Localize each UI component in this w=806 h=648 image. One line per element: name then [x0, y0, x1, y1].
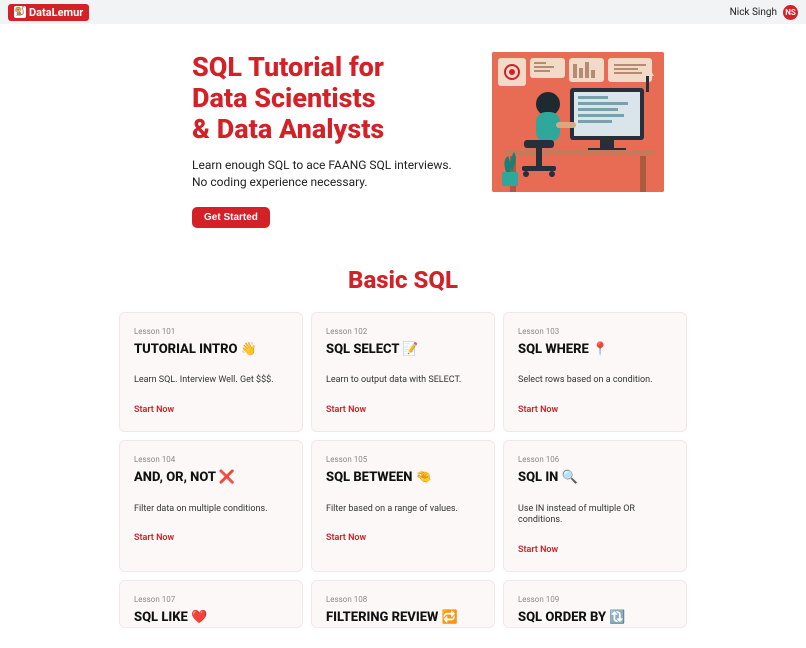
lesson-desc: Learn to output data with SELECT. [326, 375, 480, 387]
cards-grid: Lesson 101 TUTORIAL INTRO 👋 Learn SQL. Int… [0, 312, 806, 648]
lesson-card[interactable]: Lesson 102 SQL SELECT 📝 Learn to output da… [311, 312, 495, 432]
lesson-tag: Lesson 104 [134, 455, 288, 464]
start-now-link[interactable]: Start Now [518, 405, 672, 415]
lesson-title: SQL WHERE 📍 [518, 342, 672, 358]
lesson-tag: Lesson 106 [518, 455, 672, 464]
lesson-title: SQL BETWEEN 🤏 [326, 470, 480, 486]
lesson-title: FILTERING REVIEW 🔁 [326, 610, 480, 626]
lesson-desc: Filter based on a range of values. [326, 504, 480, 516]
hero-title-line1: SQL Tutorial for [192, 51, 384, 83]
lesson-card[interactable]: Lesson 104 AND, OR, NOT ❌ Filter data on m… [119, 440, 303, 572]
lesson-card[interactable]: Lesson 101 TUTORIAL INTRO 👋 Learn SQL. Int… [119, 312, 303, 432]
lesson-card[interactable]: Lesson 105 SQL BETWEEN 🤏 Filter based on a… [311, 440, 495, 572]
lemur-icon: 🐒 [14, 6, 26, 18]
get-started-button[interactable]: Get Started [192, 207, 270, 228]
avatar: NS [783, 5, 798, 20]
start-now-link[interactable]: Start Now [134, 405, 288, 415]
start-now-link[interactable]: Start Now [134, 533, 288, 543]
logo[interactable]: 🐒 DataLemur [8, 4, 89, 21]
lesson-card[interactable]: Lesson 107 SQL LIKE ❤️ [119, 580, 303, 628]
lesson-tag: Lesson 109 [518, 595, 672, 604]
lesson-tag: Lesson 108 [326, 595, 480, 604]
start-now-link[interactable]: Start Now [326, 405, 480, 415]
lesson-tag: Lesson 103 [518, 327, 672, 336]
hero-title-line3: & Data Analysts [192, 113, 384, 145]
lesson-title: TUTORIAL INTRO 👋 [134, 342, 288, 358]
hero-title: SQL Tutorial for Data Scientists & Data … [192, 52, 452, 145]
lesson-title: SQL IN 🔍 [518, 470, 672, 486]
lesson-desc: Select rows based on a condition. [518, 375, 672, 387]
lesson-card[interactable]: Lesson 109 SQL ORDER BY 🔃 [503, 580, 687, 628]
lesson-tag: Lesson 102 [326, 327, 480, 336]
start-now-link[interactable]: Start Now [518, 545, 672, 555]
logo-text: DataLemur [29, 6, 83, 19]
user-menu[interactable]: Nick Singh NS [730, 5, 798, 20]
hero-illustration [492, 52, 664, 192]
hero-subtitle: Learn enough SQL to ace FAANG SQL interv… [192, 157, 452, 191]
section-title: Basic SQL [0, 266, 806, 294]
hero-text: SQL Tutorial for Data Scientists & Data … [192, 52, 452, 228]
lesson-card[interactable]: Lesson 106 SQL IN 🔍 Use IN instead of mult… [503, 440, 687, 572]
lesson-desc: Learn SQL. Interview Well. Get $$$. [134, 375, 288, 387]
lesson-desc: Use IN instead of multiple OR conditions… [518, 504, 672, 527]
user-name: Nick Singh [730, 7, 777, 18]
lesson-title: SQL LIKE ❤️ [134, 610, 288, 626]
lesson-card[interactable]: Lesson 108 FILTERING REVIEW 🔁 [311, 580, 495, 628]
lesson-tag: Lesson 101 [134, 327, 288, 336]
lesson-tag: Lesson 105 [326, 455, 480, 464]
topbar: 🐒 DataLemur Nick Singh NS [0, 0, 806, 24]
lesson-title: SQL ORDER BY 🔃 [518, 610, 672, 626]
lesson-card[interactable]: Lesson 103 SQL WHERE 📍 Select rows based o… [503, 312, 687, 432]
lesson-desc: Filter data on multiple conditions. [134, 504, 288, 516]
lesson-title: AND, OR, NOT ❌ [134, 470, 288, 486]
start-now-link[interactable]: Start Now [326, 533, 480, 543]
lesson-tag: Lesson 107 [134, 595, 288, 604]
lesson-title: SQL SELECT 📝 [326, 342, 480, 358]
hero-title-line2: Data Scientists [192, 82, 376, 114]
hero-section: SQL Tutorial for Data Scientists & Data … [0, 24, 806, 238]
